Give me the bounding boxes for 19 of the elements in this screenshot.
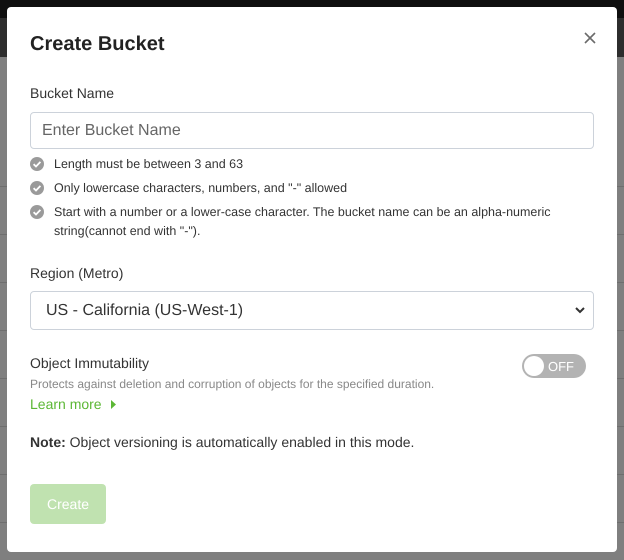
caret-right-icon [110, 400, 116, 408]
input-field[interactable]: Enter Bucket Name [30, 112, 594, 149]
region-dropdown[interactable]: US - California (US-West-1) [30, 291, 594, 330]
setting-description: Protects against deletion and corruption of objects for the specified duration. [30, 376, 434, 392]
setting-label: Object Immutability [30, 354, 150, 372]
rule-text: Only lowercase characters, numbers, and "-" allowed [54, 180, 348, 197]
rule-text: Start with a number or a lower-case character. The bucket name can be an alpha-numeric string(cannot end with "-"). [54, 204, 552, 240]
field-label: Bucket Name [30, 85, 116, 101]
toggle-switch[interactable]: OFF [522, 354, 586, 378]
learn-more-link[interactable]: Learn more [30, 395, 434, 413]
rule-text: Length must be between 3 and 63 [54, 156, 244, 173]
note-text: Note: Object versioning is automatically enabled in this mode. [30, 433, 416, 451]
dialog-title: Create Bucket [30, 32, 165, 56]
check-circle-icon [30, 181, 44, 195]
chevron-down-icon [575, 307, 585, 314]
close-icon [584, 32, 596, 44]
check-circle-icon [30, 157, 44, 171]
field-label: Region (Metro) [30, 265, 124, 281]
check-circle-icon [30, 205, 44, 219]
